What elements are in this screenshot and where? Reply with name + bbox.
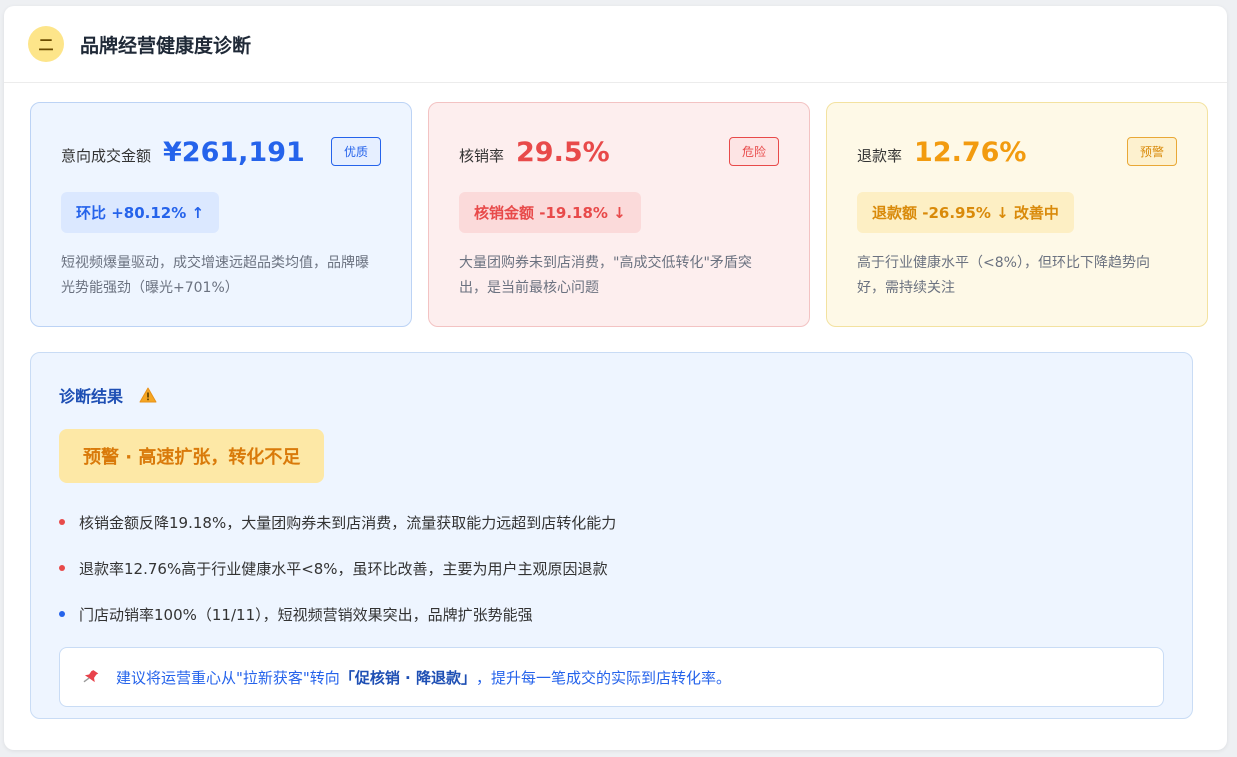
- warning-icon: [139, 387, 157, 403]
- diagnosis-verdict: 预警 · 高速扩张，转化不足: [59, 429, 325, 483]
- metric-card-transaction: 意向成交金额 ¥261,191 优质 环比 +80.12% ↑ 短视频爆量驱动，…: [30, 102, 412, 327]
- panel-header: 二 品牌经营健康度诊断: [4, 6, 1227, 83]
- change-chip: 核销金额 -19.18% ↓: [459, 192, 641, 233]
- diagnosis-points: 核销金额反降19.18%，大量团购券未到店消费，流量获取能力远超到店转化能力 退…: [59, 499, 1164, 637]
- metric-label: 退款率: [857, 147, 903, 165]
- metric-value: 12.76%: [914, 137, 1027, 168]
- change-chip: 退款额 -26.95% ↓ 改善中: [857, 192, 1074, 233]
- metric-label: 核销率: [459, 147, 505, 165]
- red-bullet-icon: [59, 519, 65, 525]
- metric-description: 短视频爆量驱动，成交增速远超品类均值，品牌曝光势能强劲（曝光+701%）: [61, 255, 369, 296]
- metric-card-redemption: 核销率 29.5% 危险 核销金额 -19.18% ↓ 大量团购券未到店消费，"…: [428, 102, 810, 327]
- panel-title: 品牌经营健康度诊断: [80, 34, 252, 57]
- point-text: 门店动销率100%（11/11），短视频营销效果突出，品牌扩张势能强: [79, 605, 533, 624]
- diagnosis-result-box: 诊断结果 预警 · 高速扩张，转化不足 核销金额反降19.18%，大量团购券未到…: [30, 352, 1193, 719]
- metric-card-refund: 退款率 12.76% 预警 退款额 -26.95% ↓ 改善中 高于行业健康水平…: [826, 102, 1208, 327]
- status-badge: 预警: [1126, 137, 1177, 166]
- metric-description: 大量团购券未到店消费，"高成交低转化"矛盾突出，是当前最核心问题: [459, 255, 752, 296]
- advice-prefix: 建议将运营重心从"拉新获客"转向: [116, 668, 340, 687]
- advice-suffix: ，提升每一笔成交的实际到店转化率。: [475, 668, 731, 687]
- advice-box: 建议将运营重心从"拉新获客"转向 「促核销 · 降退款」 ，提升每一笔成交的实际…: [59, 647, 1164, 707]
- red-bullet-icon: [59, 565, 65, 571]
- section-number-badge: 二: [28, 26, 64, 62]
- metric-cards: 意向成交金额 ¥261,191 优质 环比 +80.12% ↑ 短视频爆量驱动，…: [30, 102, 1208, 327]
- list-item: 退款率12.76%高于行业健康水平<8%，虽环比改善，主要为用户主观原因退款: [59, 545, 1164, 591]
- advice-highlight: 「促核销 · 降退款」: [339, 668, 476, 687]
- point-text: 退款率12.76%高于行业健康水平<8%，虽环比改善，主要为用户主观原因退款: [79, 559, 608, 578]
- change-chip: 环比 +80.12% ↑: [61, 192, 220, 233]
- pushpin-icon: [83, 670, 99, 683]
- metric-description: 高于行业健康水平（<8%），但环比下降趋势向好，需持续关注: [857, 255, 1150, 296]
- metric-label: 意向成交金额: [61, 147, 152, 165]
- point-text: 核销金额反降19.18%，大量团购券未到店消费，流量获取能力远超到店转化能力: [79, 513, 617, 532]
- metric-value: ¥261,191: [163, 137, 305, 168]
- list-item: 核销金额反降19.18%，大量团购券未到店消费，流量获取能力远超到店转化能力: [59, 499, 1164, 545]
- status-badge: 优质: [330, 137, 381, 166]
- metric-value: 29.5%: [516, 137, 610, 168]
- blue-bullet-icon: [59, 611, 65, 617]
- diagnosis-title: 诊断结果: [59, 387, 124, 406]
- list-item: 门店动销率100%（11/11），短视频营销效果突出，品牌扩张势能强: [59, 591, 1164, 637]
- status-badge: 危险: [728, 137, 779, 166]
